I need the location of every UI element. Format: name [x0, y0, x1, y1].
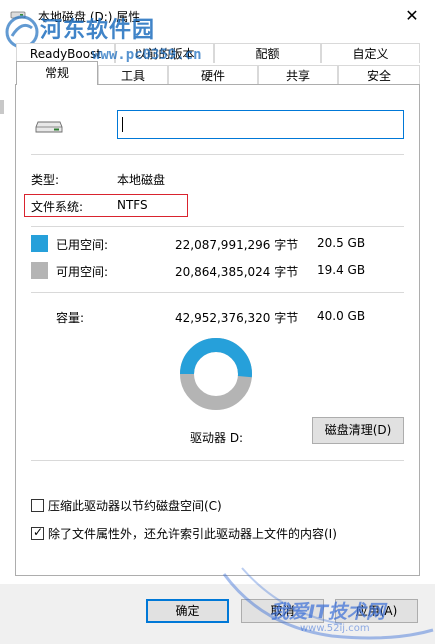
tab-quota[interactable]: 配额	[214, 43, 321, 63]
watermark2-text: 我爱IT技术网	[270, 601, 386, 623]
type-value: 本地磁盘	[117, 173, 166, 187]
free-space-gb: 19.4 GB	[317, 263, 366, 277]
free-space-label: 可用空间:	[56, 265, 109, 279]
tab-general[interactable]: 常规	[16, 61, 98, 85]
used-space-label: 已用空间:	[56, 238, 109, 252]
used-space-bytes: 22,087,991,296 字节	[175, 238, 299, 252]
tab-customize[interactable]: 自定义	[321, 43, 420, 63]
capacity-gb: 40.0 GB	[317, 309, 366, 323]
filesystem-label: 文件系统:	[31, 200, 84, 214]
filesystem-value: NTFS	[117, 198, 148, 212]
separator-4	[31, 460, 404, 461]
drive-name-input[interactable]	[117, 110, 404, 139]
used-space-swatch	[31, 235, 48, 252]
left-edge-mark	[0, 100, 4, 114]
tab-hardware[interactable]: 硬件	[168, 65, 258, 85]
text-caret	[122, 117, 123, 132]
compress-checkbox[interactable]	[31, 499, 44, 512]
disk-cleanup-button[interactable]: 磁盘清理(D)	[312, 417, 404, 444]
capacity-bytes: 42,952,376,320 字节	[175, 311, 299, 325]
tab-tools[interactable]: 工具	[98, 65, 168, 85]
watermark-title: 河东软件园	[40, 18, 156, 43]
free-space-bytes: 20,864,385,024 字节	[175, 265, 299, 279]
index-checkbox[interactable]: ✓	[31, 525, 44, 540]
compress-label: 压缩此驱动器以节约磁盘空间(C)	[48, 499, 222, 513]
index-check-mark: ✓	[33, 525, 44, 539]
separator-3	[31, 292, 404, 293]
ok-button[interactable]: 确定	[146, 599, 229, 623]
tab-security[interactable]: 安全	[338, 65, 420, 85]
disk-usage-donut	[180, 338, 252, 410]
type-label: 类型:	[31, 173, 60, 187]
separator-1	[31, 154, 404, 155]
tab-sharing[interactable]: 共享	[258, 65, 338, 85]
index-label: 除了文件属性外，还允许索引此驱动器上文件的内容(I)	[48, 527, 337, 541]
free-space-swatch	[31, 262, 48, 279]
drive-icon	[35, 121, 63, 133]
watermark2-url: www.52ij.com	[300, 623, 370, 634]
drive-letter-label: 驱动器 D:	[190, 431, 244, 445]
close-button[interactable]: ✕	[389, 0, 435, 32]
capacity-label: 容量:	[56, 311, 85, 325]
watermark-url: www.pc0359.cn	[92, 47, 202, 63]
separator-2	[31, 226, 404, 227]
used-space-gb: 20.5 GB	[317, 236, 366, 250]
